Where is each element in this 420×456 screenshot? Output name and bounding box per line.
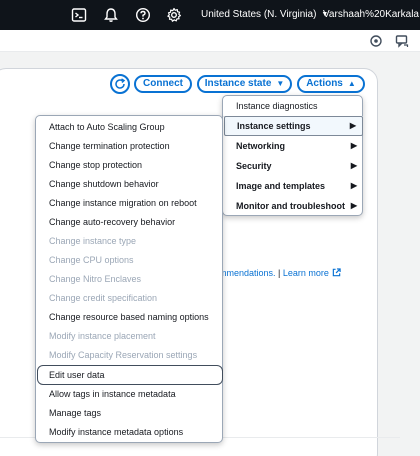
refresh-icon xyxy=(115,78,126,89)
menu-item-tags-in-metadata[interactable]: Allow tags in instance metadata xyxy=(37,384,223,404)
instance-state-label: Instance state xyxy=(204,78,272,89)
menu-item-monitor-and-troubleshoot[interactable]: Monitor and troubleshoot ▶ xyxy=(224,196,363,216)
menu-item-image-and-templates[interactable]: Image and templates ▶ xyxy=(224,176,363,196)
connect-button[interactable]: Connect xyxy=(134,75,192,93)
menu-item-label: Allow tags in instance metadata xyxy=(49,389,176,399)
caret-up-icon: ▲ xyxy=(347,79,356,88)
menu-item-label: Instance settings xyxy=(237,121,311,131)
menu-item-label: Change credit specification xyxy=(49,293,158,303)
menu-item-edit-user-data[interactable]: Edit user data xyxy=(37,365,223,385)
menu-item-stop-protection[interactable]: Change stop protection xyxy=(37,155,223,175)
link-separator: | xyxy=(275,268,283,278)
menu-item-label: Image and templates xyxy=(236,181,326,191)
menu-item-label: Security xyxy=(236,161,272,171)
menu-item-capacity-reservation: Modify Capacity Reservation settings xyxy=(37,345,223,365)
menu-item-shutdown-behavior[interactable]: Change shutdown behavior xyxy=(37,174,223,194)
caret-right-icon: ▶ xyxy=(350,141,357,150)
menu-item-label: Monitor and troubleshoot xyxy=(236,201,345,211)
menu-item-label: Change shutdown behavior xyxy=(49,179,159,189)
menu-item-label: Change Nitro Enclaves xyxy=(49,274,142,284)
menu-item-label: Change CPU options xyxy=(49,255,134,265)
menu-item-networking[interactable]: Networking ▶ xyxy=(224,136,363,156)
menu-item-instance-settings[interactable]: Instance settings ▶ xyxy=(224,116,363,136)
menu-item-auto-recovery[interactable]: Change auto-recovery behavior xyxy=(37,212,223,232)
menu-item-security[interactable]: Security ▶ xyxy=(224,156,363,176)
caret-down-icon: ▼ xyxy=(276,79,285,88)
menu-item-instance-type: Change instance type xyxy=(37,231,223,251)
account-name: Varshaah%20Karkala xyxy=(323,9,419,20)
menu-item-label: Edit user data xyxy=(49,370,105,380)
menu-item-label: Manage tags xyxy=(49,408,102,418)
caret-right-icon: ▶ xyxy=(350,181,357,190)
menu-item-label: Change resource based naming options xyxy=(49,312,209,322)
menu-item-label: Change auto-recovery behavior xyxy=(49,217,176,227)
actions-menu: Instance diagnostics Instance settings ▶ … xyxy=(222,95,364,216)
menu-item-label: Change instance migration on reboot xyxy=(49,198,197,208)
actions-label: Actions xyxy=(306,78,343,89)
menu-item-label: Modify instance placement xyxy=(49,331,156,341)
notification-settings-icon[interactable] xyxy=(369,34,383,48)
caret-right-icon: ▶ xyxy=(349,121,356,130)
refresh-button[interactable] xyxy=(110,74,130,94)
actions-button[interactable]: Actions ▲ xyxy=(297,75,365,93)
menu-item-label: Instance diagnostics xyxy=(236,101,318,111)
region-selector[interactable]: United States (N. Virginia) ▼ xyxy=(201,8,328,22)
bell-icon[interactable] xyxy=(103,7,119,23)
learn-more-link[interactable]: Learn more xyxy=(283,268,329,278)
menu-item-attach-auto-scaling[interactable]: Attach to Auto Scaling Group xyxy=(37,117,223,137)
menu-item-label: Attach to Auto Scaling Group xyxy=(49,122,165,132)
menu-item-label: Change termination protection xyxy=(49,141,170,151)
help-icon[interactable] xyxy=(135,7,151,23)
caret-right-icon: ▶ xyxy=(350,201,357,210)
account-menu[interactable]: Varshaah%20Karkala▼ xyxy=(323,8,420,22)
menu-item-migration-on-reboot[interactable]: Change instance migration on reboot xyxy=(37,193,223,213)
feedback-icon[interactable] xyxy=(395,34,409,48)
menu-item-credit-specification: Change credit specification xyxy=(37,288,223,308)
instance-state-button[interactable]: Instance state ▼ xyxy=(197,75,292,93)
menu-item-label: Modify instance metadata options xyxy=(49,427,184,437)
secondary-bar xyxy=(0,30,420,52)
instance-settings-submenu: Attach to Auto Scaling Group Change term… xyxy=(35,115,223,443)
menu-item-nitro-enclaves: Change Nitro Enclaves xyxy=(37,269,223,289)
settings-icon[interactable] xyxy=(166,7,182,23)
menu-item-metadata-options[interactable]: Modify instance metadata options xyxy=(37,422,223,442)
menu-item-manage-tags[interactable]: Manage tags xyxy=(37,403,223,423)
region-label: United States (N. Virginia) xyxy=(201,9,317,20)
recommendations-line: mmendations. | Learn more xyxy=(219,268,341,278)
recommendations-text[interactable]: mmendations. xyxy=(219,268,276,278)
connect-label: Connect xyxy=(143,78,183,89)
menu-item-termination-protection[interactable]: Change termination protection xyxy=(37,136,223,156)
menu-item-label: Change stop protection xyxy=(49,160,143,170)
menu-item-label: Networking xyxy=(236,141,286,151)
external-link-icon xyxy=(332,268,341,277)
menu-item-instance-diagnostics[interactable]: Instance diagnostics xyxy=(224,96,363,116)
menu-item-cpu-options: Change CPU options xyxy=(37,250,223,270)
menu-item-label: Modify Capacity Reservation settings xyxy=(49,350,198,360)
menu-item-label: Change instance type xyxy=(49,236,137,246)
menu-item-instance-placement: Modify instance placement xyxy=(37,326,223,346)
cloudshell-icon[interactable] xyxy=(71,7,87,23)
menu-item-resource-naming[interactable]: Change resource based naming options xyxy=(37,307,223,327)
caret-right-icon: ▶ xyxy=(350,161,357,170)
top-nav-bar: United States (N. Virginia) ▼ Varshaah%20… xyxy=(0,0,420,30)
